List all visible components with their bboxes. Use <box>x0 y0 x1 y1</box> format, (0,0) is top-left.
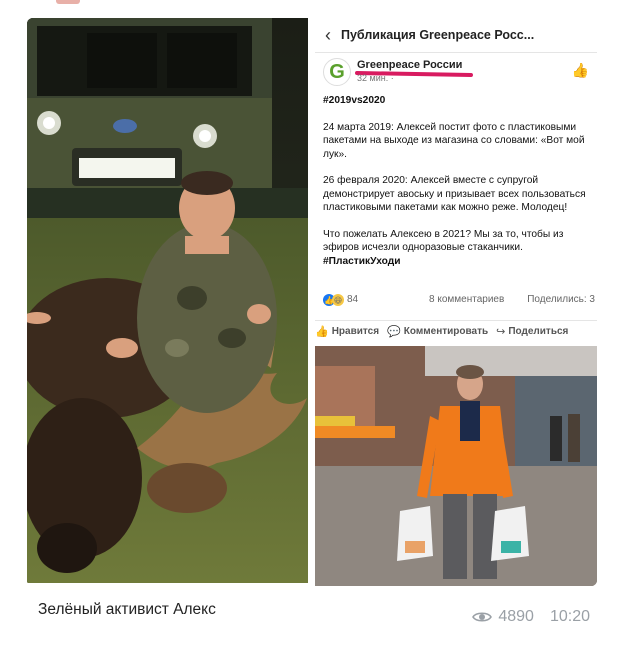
thumbs-up-icon: 👍 <box>315 325 329 338</box>
comment-icon: 💬 <box>387 325 401 338</box>
like-button[interactable]: 👍 Нравится <box>315 325 379 338</box>
fb-header: ‹ Публикация Greenpeace Росс... <box>315 18 597 53</box>
reactions-bar: 👍 😆 84 8 комментариев Поделились: 3 <box>323 294 595 310</box>
post-text: #2019vs2020 24 марта 2019: Алексей пости… <box>323 94 595 268</box>
left-photo-hunter-moose[interactable] <box>27 18 308 583</box>
like-label: Нравится <box>331 325 380 337</box>
share-icon: ↪ <box>496 325 506 338</box>
haha-reaction-icon: 😆 <box>332 294 344 306</box>
previous-message-tail <box>56 0 80 4</box>
thumbs-up-icon[interactable]: 👍 <box>572 62 589 79</box>
comment-button[interactable]: 💬 Комментировать <box>387 325 488 338</box>
message-caption: Зелёный активист Алекс <box>38 601 216 618</box>
share-button[interactable]: ↪ Поделиться <box>496 325 568 338</box>
hunter-photo-illustration <box>27 18 308 583</box>
hashtag-end[interactable]: #ПластикУходи <box>323 256 400 267</box>
shares-count[interactable]: Поделились: 3 <box>527 294 595 305</box>
post-photo-shopping-bags[interactable] <box>315 346 597 586</box>
greenpeace-avatar[interactable]: G <box>323 58 351 86</box>
comment-label: Комментировать <box>403 325 489 337</box>
share-label: Поделиться <box>508 325 569 337</box>
message-time: 10:20 <box>549 608 590 625</box>
hashtag-title[interactable]: #2019vs2020 <box>323 94 595 108</box>
post-date: 32 мин. · <box>357 73 394 83</box>
message-meta: 4890 10:20 <box>472 608 590 626</box>
fb-header-title: Публикация Greenpeace Росс... <box>341 28 535 42</box>
reactions-count[interactable]: 84 <box>347 294 358 305</box>
avatar-letter: G <box>329 60 345 83</box>
views-count: 4890 <box>498 608 534 625</box>
post-paragraph-3: Что пожелать Алексею в 2021? Мы за то, ч… <box>323 228 564 254</box>
post-paragraph-1: 24 марта 2019: Алексей постит фото с пла… <box>323 121 585 160</box>
eye-icon <box>472 612 493 622</box>
post-paragraph-2: 26 февраля 2020: Алексей вместе с супруг… <box>323 175 586 213</box>
facebook-post-screenshot: ‹ Публикация Greenpeace Росс... G Greenp… <box>315 18 597 586</box>
post-author: G Greenpeace России 32 мин. · 👍 <box>323 58 595 88</box>
comments-count[interactable]: 8 комментариев <box>429 294 504 305</box>
chevron-left-icon[interactable]: ‹ <box>315 25 341 46</box>
reaction-icons[interactable]: 👍 😆 <box>323 294 344 306</box>
page-name[interactable]: Greenpeace России <box>357 59 462 71</box>
post-actions: 👍 Нравится 💬 Комментировать ↪ Поделиться <box>315 320 597 341</box>
shopping-photo-illustration <box>315 346 597 586</box>
message-media-card[interactable]: ‹ Публикация Greenpeace Росс... G Greenp… <box>27 18 597 586</box>
